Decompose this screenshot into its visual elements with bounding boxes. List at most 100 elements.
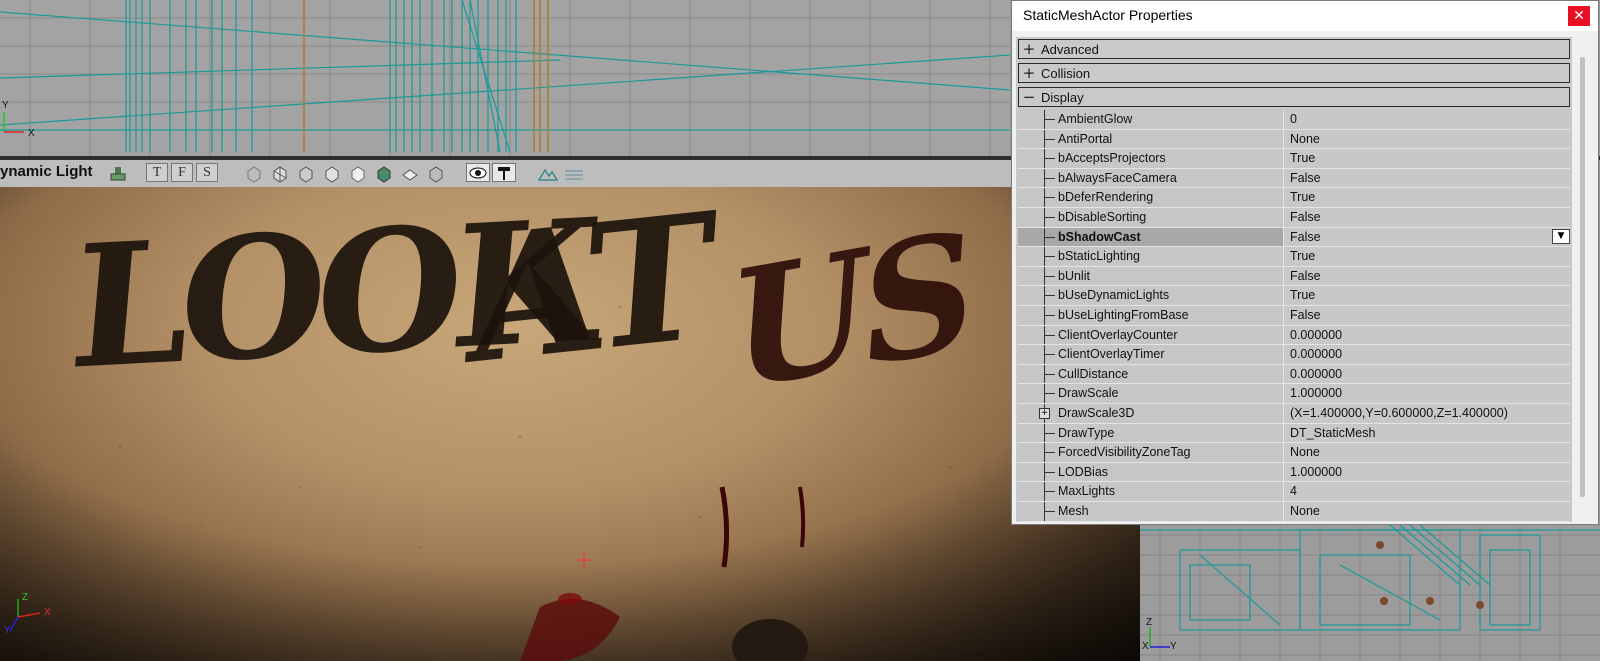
- property-name-cell[interactable]: DrawType: [1018, 423, 1283, 444]
- property-row[interactable]: bDeferRendering True: [1018, 188, 1570, 208]
- property-value[interactable]: None: [1290, 504, 1320, 518]
- dropdown-arrow-icon[interactable]: ▼: [1552, 228, 1570, 244]
- property-value-cell[interactable]: 4: [1283, 482, 1570, 502]
- category-row-display[interactable]: − Display: [1018, 87, 1570, 107]
- property-value[interactable]: 1.000000: [1290, 386, 1342, 400]
- property-value[interactable]: False: [1290, 269, 1321, 283]
- viewport-mode-title[interactable]: ynamic Light: [0, 163, 93, 180]
- property-row[interactable]: DrawScale 1.000000: [1018, 384, 1570, 404]
- property-name-cell[interactable]: ForcedVisibilityZoneTag: [1018, 443, 1283, 463]
- property-value[interactable]: False: [1290, 230, 1321, 244]
- polygon-mode-icon[interactable]: [322, 164, 342, 183]
- property-value-cell[interactable]: None: [1283, 129, 1570, 150]
- property-name-cell[interactable]: DrawScale: [1018, 384, 1283, 404]
- property-value-cell[interactable]: True: [1283, 188, 1570, 208]
- property-value-cell[interactable]: DT_StaticMesh: [1283, 423, 1570, 444]
- property-value[interactable]: 0: [1290, 112, 1297, 126]
- property-name-cell[interactable]: bAlwaysFaceCamera: [1018, 168, 1283, 189]
- property-value[interactable]: True: [1290, 288, 1315, 302]
- scrollbar-thumb[interactable]: [1580, 57, 1585, 497]
- property-name-cell[interactable]: bUseLightingFromBase: [1018, 306, 1283, 326]
- properties-titlebar[interactable]: StaticMeshActor Properties ✕: [1012, 1, 1598, 31]
- property-value[interactable]: 1.000000: [1290, 465, 1342, 479]
- property-value-cell[interactable]: None: [1283, 502, 1570, 522]
- property-name-cell[interactable]: ClientOverlayCounter: [1018, 325, 1283, 346]
- property-row[interactable]: ForcedVisibilityZoneTag None: [1018, 443, 1570, 463]
- property-value[interactable]: 0.000000: [1290, 347, 1342, 361]
- side-view-button[interactable]: S: [196, 163, 218, 182]
- property-name-cell[interactable]: LODBias: [1018, 462, 1283, 483]
- property-name-cell[interactable]: AmbientGlow: [1018, 110, 1283, 130]
- close-icon[interactable]: ✕: [1568, 6, 1590, 26]
- property-value-cell[interactable]: True: [1283, 286, 1570, 306]
- property-value-cell[interactable]: False: [1283, 306, 1570, 326]
- property-row[interactable]: DrawType DT_StaticMesh: [1018, 423, 1570, 444]
- property-value-cell[interactable]: (X=1.400000,Y=0.600000,Z=1.400000): [1283, 404, 1570, 424]
- wireframe-mode-icon[interactable]: [244, 164, 264, 183]
- expand-icon[interactable]: +: [1022, 64, 1036, 82]
- collapse-icon[interactable]: −: [1022, 88, 1036, 106]
- property-row[interactable]: AntiPortal None: [1018, 129, 1570, 150]
- property-row[interactable]: bUseLightingFromBase False: [1018, 306, 1570, 326]
- viewport-lock-icon[interactable]: [108, 164, 128, 183]
- property-value[interactable]: None: [1290, 445, 1320, 459]
- property-value[interactable]: 0.000000: [1290, 367, 1342, 381]
- terrain-icon[interactable]: [538, 164, 558, 183]
- property-value-cell[interactable]: True: [1283, 247, 1570, 267]
- texture-usage-mode-icon[interactable]: [296, 164, 316, 183]
- property-value-cell[interactable]: True: [1283, 149, 1570, 169]
- property-row[interactable]: ClientOverlayTimer 0.000000: [1018, 345, 1570, 365]
- front-view-button[interactable]: F: [171, 163, 193, 182]
- property-value-cell[interactable]: None: [1283, 443, 1570, 463]
- property-value-cell[interactable]: 1.000000: [1283, 384, 1570, 404]
- property-value[interactable]: False: [1290, 308, 1321, 322]
- property-name-cell[interactable]: bShadowCast: [1018, 227, 1283, 248]
- property-row[interactable]: bUnlit False: [1018, 266, 1570, 287]
- property-name-cell[interactable]: bDeferRendering: [1018, 188, 1283, 208]
- property-value[interactable]: False: [1290, 210, 1321, 224]
- property-row[interactable]: LODBias 1.000000: [1018, 462, 1570, 483]
- top-view-button[interactable]: T: [146, 163, 168, 182]
- property-name-cell[interactable]: bDisableSorting: [1018, 208, 1283, 228]
- property-row[interactable]: ClientOverlayCounter 0.000000: [1018, 325, 1570, 346]
- property-name-cell[interactable]: bAcceptsProjectors: [1018, 149, 1283, 169]
- property-name-cell[interactable]: Mesh: [1018, 502, 1283, 522]
- property-value[interactable]: False: [1290, 171, 1321, 185]
- property-name-cell[interactable]: MaxLights: [1018, 482, 1283, 502]
- depth-mode-icon[interactable]: [426, 164, 446, 183]
- properties-scrollbar[interactable]: [1577, 37, 1589, 522]
- side-ortho-viewport[interactable]: Z X Y: [1140, 525, 1600, 661]
- property-row[interactable]: Mesh None: [1018, 502, 1570, 522]
- flat-shade-mode-icon[interactable]: [348, 164, 368, 183]
- menu-lines-icon[interactable]: [564, 164, 584, 183]
- property-value-cell[interactable]: 1.000000: [1283, 462, 1570, 483]
- property-value-cell[interactable]: 0.000000: [1283, 364, 1570, 385]
- property-name-cell[interactable]: bUseDynamicLights: [1018, 286, 1283, 306]
- property-value-cell[interactable]: 0: [1283, 110, 1570, 130]
- property-value[interactable]: DT_StaticMesh: [1290, 426, 1375, 440]
- property-value-cell[interactable]: False: [1283, 208, 1570, 228]
- property-value[interactable]: 0.000000: [1290, 328, 1342, 342]
- property-name-cell[interactable]: bStaticLighting: [1018, 247, 1283, 267]
- property-value[interactable]: True: [1290, 151, 1315, 165]
- zone-mode-icon[interactable]: [270, 164, 290, 183]
- property-value-cell[interactable]: False: [1283, 168, 1570, 189]
- property-row[interactable]: MaxLights 4: [1018, 482, 1570, 502]
- property-value[interactable]: (X=1.400000,Y=0.600000,Z=1.400000): [1290, 406, 1508, 420]
- property-value-cell[interactable]: False ▼: [1283, 227, 1570, 248]
- property-name-cell[interactable]: AntiPortal: [1018, 129, 1283, 150]
- property-value[interactable]: 4: [1290, 484, 1297, 498]
- property-name-cell[interactable]: + DrawScale3D: [1018, 404, 1283, 424]
- property-row[interactable]: CullDistance 0.000000: [1018, 364, 1570, 385]
- lit-mode-icon[interactable]: [374, 164, 394, 183]
- property-row[interactable]: bStaticLighting True: [1018, 247, 1570, 267]
- expand-icon[interactable]: +: [1022, 40, 1036, 58]
- property-value[interactable]: None: [1290, 132, 1320, 146]
- unlit-mode-icon[interactable]: [400, 164, 420, 183]
- property-row[interactable]: + DrawScale3D (X=1.400000,Y=0.600000,Z=1.4…: [1018, 404, 1570, 424]
- category-row-collision[interactable]: + Collision: [1018, 63, 1570, 83]
- realtime-preview-icon[interactable]: [466, 163, 490, 182]
- property-row[interactable]: bAcceptsProjectors True: [1018, 149, 1570, 169]
- property-row[interactable]: bShadowCast False ▼: [1018, 227, 1570, 248]
- property-value[interactable]: True: [1290, 249, 1315, 263]
